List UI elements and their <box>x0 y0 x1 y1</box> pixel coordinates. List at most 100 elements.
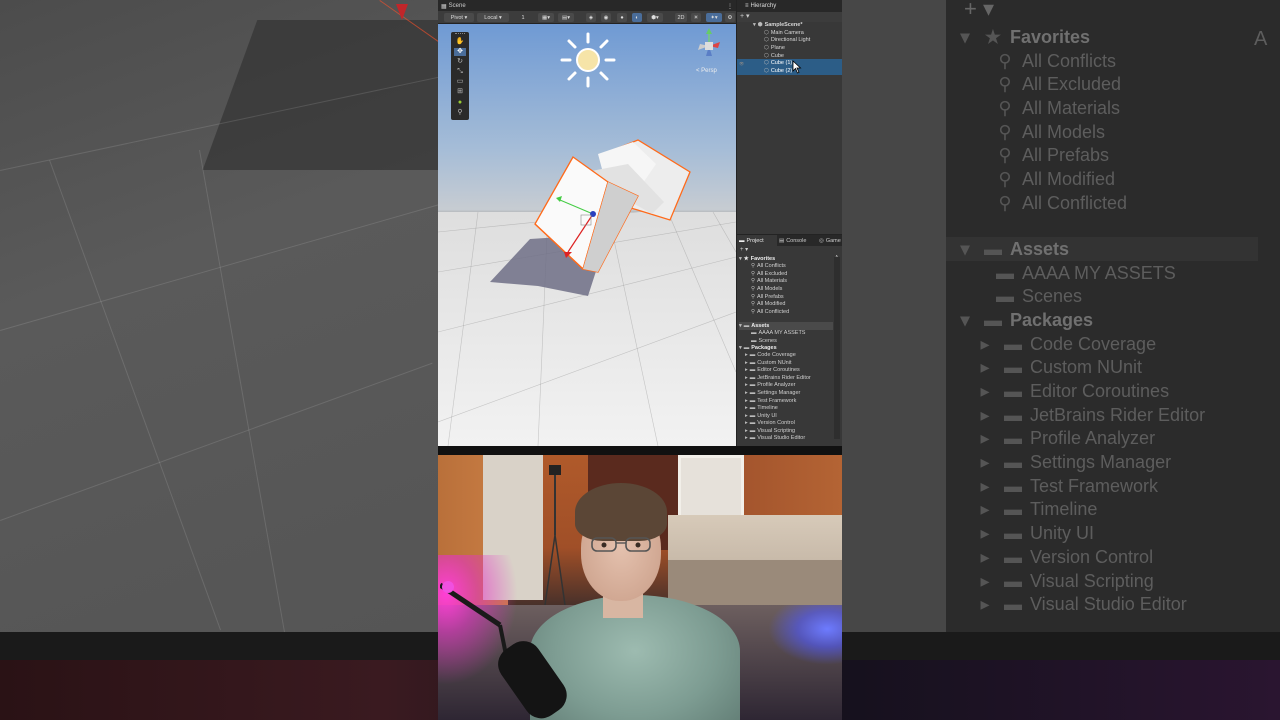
folder-icon: ▬ <box>743 322 750 329</box>
lighting-icon[interactable]: ☀ <box>691 13 701 22</box>
folder-icon: ▬ <box>751 337 757 344</box>
package-folder[interactable]: ▸ ▬ Timeline <box>745 404 778 412</box>
snap-value[interactable]: 1 <box>516 13 530 22</box>
folder-icon: ▬ <box>749 374 756 381</box>
folder-icon: ▬ <box>749 367 756 374</box>
project-scrollbar[interactable] <box>834 257 840 439</box>
asset-folder[interactable]: ▬ AAAA MY ASSETS <box>751 330 805 338</box>
hierarchy-item[interactable]: ⬡ Main Camera <box>737 29 842 37</box>
pivot-tool-icon[interactable]: ⚲ <box>454 109 466 117</box>
hierarchy-item[interactable]: ⬡ Cube <box>737 52 842 60</box>
search-icon: ⚲ <box>751 301 756 308</box>
package-folder[interactable]: ▸ ▬ Profile Analyzer <box>745 382 795 390</box>
package-folder[interactable]: ▸ ▬ Settings Manager <box>745 389 800 397</box>
grid-visibility-button[interactable]: ▤▾ <box>558 13 574 22</box>
assets-header[interactable]: ▾ ▬ Assets <box>739 322 833 330</box>
search-icon: ⚲ <box>751 308 756 315</box>
scene-toolbar: Pivot ▾ Local ▾ 1 ▦▾ ▤▾ ◈ ◉ ● ◐ ⬢▾ 2D ☀ … <box>438 11 736 24</box>
package-folder[interactable]: ▸ ▬ Custom NUnit <box>745 359 792 367</box>
tab-game[interactable]: ◎ Game <box>817 235 842 246</box>
favorite-item[interactable]: ⚲ All Models <box>751 285 782 293</box>
star-icon: ★ <box>743 255 749 262</box>
scene-root[interactable]: ▾ ⬢ SampleScene* <box>737 21 842 29</box>
packages-header[interactable]: ▾ ▬ Packages <box>739 344 777 352</box>
local-dropdown[interactable]: Local ▾ <box>477 13 509 22</box>
grid-icon: ▦ <box>441 3 447 10</box>
pivot-dropdown[interactable]: Pivot ▾ <box>444 13 474 22</box>
blurred-favorite-item: ⚲ All Conflicted <box>994 188 1127 218</box>
favorite-item[interactable]: ⚲ All Conflicted <box>751 308 789 316</box>
hierarchy-item[interactable]: ⬡ Plane <box>737 44 842 52</box>
transform-tool-icon[interactable]: ⊞ <box>454 88 466 96</box>
more-options-icon[interactable]: ⋮ <box>724 1 736 11</box>
chevron-right-icon: ▸ <box>745 397 748 404</box>
chevron-down-icon: ▾ <box>960 309 970 330</box>
tab-console[interactable]: ▤ Console <box>777 235 817 246</box>
favorite-item[interactable]: ⚲ All Materials <box>751 278 787 286</box>
move-tool-icon[interactable]: ✥ <box>454 48 466 56</box>
blurred-shadow <box>202 20 438 170</box>
effects-dropdown[interactable]: ✦▾ <box>706 13 722 22</box>
scale-tool-icon[interactable]: ⤡ <box>454 68 466 76</box>
shaded-icon[interactable]: ● <box>617 13 627 22</box>
package-folder[interactable]: ▸ ▬ Test Framework <box>745 397 796 405</box>
tab-project[interactable]: ▬ Project <box>737 235 777 246</box>
2d-toggle[interactable]: 2D <box>675 13 687 22</box>
chevron-down-icon: ▾ <box>960 26 970 47</box>
chevron-down-icon: ▾ <box>739 255 742 262</box>
rotate-tool-icon[interactable]: ↻ <box>454 58 466 66</box>
orientation-gizmo[interactable] <box>694 28 724 68</box>
tab-hierarchy[interactable]: ≡ Hierarchy <box>737 0 842 12</box>
gameobject-icon: ⬡ <box>764 29 769 36</box>
favorite-item[interactable]: ⚲ All Prefabs <box>751 293 784 301</box>
draw-mode-icon[interactable]: ◈ <box>586 13 596 22</box>
blurred-add-button: + ▾ <box>964 0 994 24</box>
search-icon: ⚲ <box>998 169 1012 189</box>
grid-line <box>0 362 433 521</box>
hand-tool-icon[interactable]: ✋ <box>454 38 466 46</box>
folder-icon: ▬ <box>996 262 1014 283</box>
custom-tool-icon[interactable]: ● <box>454 99 466 107</box>
wireframe-icon[interactable]: ◉ <box>601 13 611 22</box>
chevron-right-icon: ▸ <box>980 546 990 567</box>
search-icon: ⚲ <box>751 278 756 285</box>
webcam-blue-light <box>768 605 842 665</box>
package-folder[interactable]: ▸ ▬ JetBrains Rider Editor <box>745 374 811 382</box>
gameobject-icon: ⬡ <box>764 52 769 59</box>
perspective-label[interactable]: < Persp <box>696 68 717 74</box>
package-folder[interactable]: ▸ ▬ Code Coverage <box>745 352 796 360</box>
package-folder[interactable]: ▸ ▬ Editor Coroutines <box>745 367 800 375</box>
favorites-header[interactable]: ▾ ★ Favorites <box>739 255 775 263</box>
visibility-icon[interactable]: 👁 <box>739 61 744 66</box>
favorite-item[interactable]: ⚲ All Conflicts <box>751 263 786 271</box>
grid-snap-button[interactable]: ▦▾ <box>538 13 554 22</box>
hierarchy-item[interactable]: ⬡ Directional Light <box>737 37 842 45</box>
hierarchy-panel: ≡ Hierarchy + ▾ ▾ ⬢ SampleScene* ⬡ Main Came… <box>736 0 842 234</box>
package-folder[interactable]: ▸ ▬ Unity UI <box>745 412 777 420</box>
gizmos-icon[interactable]: ⚙ <box>725 13 735 22</box>
package-folder[interactable]: ▸ ▬ Visual Studio Editor <box>745 435 805 443</box>
chevron-right-icon: ▸ <box>980 428 990 449</box>
scene-viewport[interactable]: ✋ ✥ ↻ ⤡ ▭ ⊞ ● ⚲ < Persp <box>438 24 736 446</box>
lit-icon[interactable]: ◐ <box>632 13 642 22</box>
drag-handle[interactable] <box>455 33 465 35</box>
search-icon: ⚲ <box>998 121 1012 142</box>
list-icon: ≡ <box>745 3 749 9</box>
webcam-bed-cover <box>668 560 842 610</box>
chevron-right-icon: ▸ <box>745 352 748 359</box>
render-mode-dropdown[interactable]: ⬢▾ <box>647 13 663 22</box>
hierarchy-item[interactable]: ⬡ Cube (2) <box>737 67 842 75</box>
package-folder[interactable]: ▸ ▬ Version Control <box>745 419 795 427</box>
chevron-down-icon: ▾ <box>960 238 970 259</box>
folder-icon: ▬ <box>749 397 756 404</box>
project-add-button[interactable]: + ▾ <box>740 246 748 254</box>
package-folder[interactable]: ▸ ▬ Visual Scripting <box>745 427 795 435</box>
favorite-item[interactable]: ⚲ All Modified <box>751 301 785 309</box>
rect-tool-icon[interactable]: ▭ <box>454 78 466 86</box>
blurred-top-right-label: A <box>1254 27 1268 50</box>
hierarchy-item[interactable]: ⬡ Cube (1) <box>737 59 842 67</box>
cubes-group[interactable] <box>438 24 736 446</box>
gameobject-icon: ⬡ <box>764 67 769 74</box>
tab-scene[interactable]: ▦ Scene <box>438 1 469 11</box>
favorite-item[interactable]: ⚲ All Excluded <box>751 270 787 278</box>
